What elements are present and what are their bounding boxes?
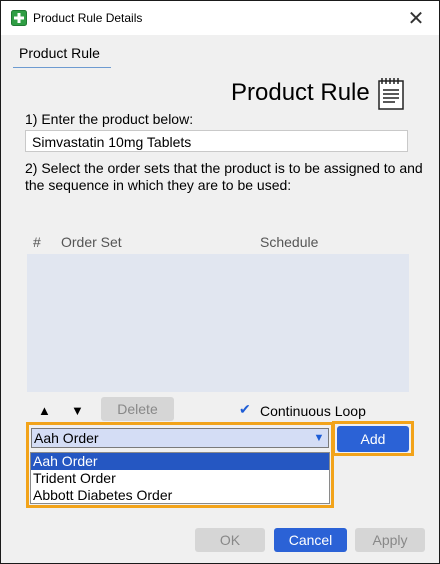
ok-button[interactable]: OK bbox=[195, 528, 265, 552]
step2-label: 2) Select the order sets that the produc… bbox=[25, 160, 423, 193]
ok-label: OK bbox=[219, 532, 241, 548]
dropdown-option-trident[interactable]: Trident Order bbox=[31, 470, 329, 487]
column-schedule[interactable]: Schedule bbox=[260, 234, 318, 250]
tab-label: Product Rule bbox=[19, 45, 100, 61]
apply-button[interactable]: Apply bbox=[355, 528, 425, 552]
delete-button[interactable]: Delete bbox=[101, 397, 174, 421]
dropdown-option-aah[interactable]: Aah Order bbox=[31, 453, 329, 470]
continuous-loop-label[interactable]: Continuous Loop bbox=[260, 403, 366, 419]
cancel-label: Cancel bbox=[288, 532, 333, 548]
page-title: Product Rule bbox=[231, 79, 370, 106]
chevron-down-icon[interactable]: ▼ bbox=[310, 429, 328, 447]
cancel-button[interactable]: Cancel bbox=[274, 528, 347, 552]
order-set-select[interactable]: Aah Order ▼ bbox=[31, 428, 329, 448]
apply-label: Apply bbox=[372, 532, 408, 548]
column-order-set[interactable]: Order Set bbox=[61, 234, 122, 250]
add-button[interactable]: Add bbox=[337, 426, 409, 452]
column-number[interactable]: # bbox=[33, 234, 41, 250]
move-down-icon[interactable]: ▼ bbox=[71, 403, 84, 418]
title-bar: Product Rule Details ✕ bbox=[1, 1, 439, 35]
app-icon bbox=[11, 10, 27, 26]
add-label: Add bbox=[360, 431, 386, 447]
close-icon[interactable]: ✕ bbox=[393, 1, 439, 35]
window-title: Product Rule Details bbox=[33, 11, 143, 25]
order-set-grid[interactable] bbox=[27, 254, 409, 392]
product-input[interactable]: Simvastatin 10mg Tablets bbox=[25, 130, 408, 152]
order-set-select-value: Aah Order bbox=[34, 430, 99, 446]
document-icon bbox=[378, 78, 404, 110]
dropdown-option-abbott[interactable]: Abbott Diabetes Order bbox=[31, 487, 329, 504]
step1-label: 1) Enter the product below: bbox=[25, 111, 194, 127]
delete-label: Delete bbox=[117, 401, 158, 417]
move-up-icon[interactable]: ▲ bbox=[38, 403, 51, 418]
order-set-grid-header: # Order Set Schedule bbox=[27, 234, 409, 254]
product-rule-dialog: Product Rule Details ✕ Product Rule Prod… bbox=[0, 0, 440, 564]
order-set-dropdown-list: Aah Order Trident Order Abbott Diabetes … bbox=[30, 452, 330, 504]
tab-product-rule[interactable]: Product Rule bbox=[13, 45, 111, 68]
checkmark-icon[interactable]: ✔ bbox=[239, 401, 251, 418]
